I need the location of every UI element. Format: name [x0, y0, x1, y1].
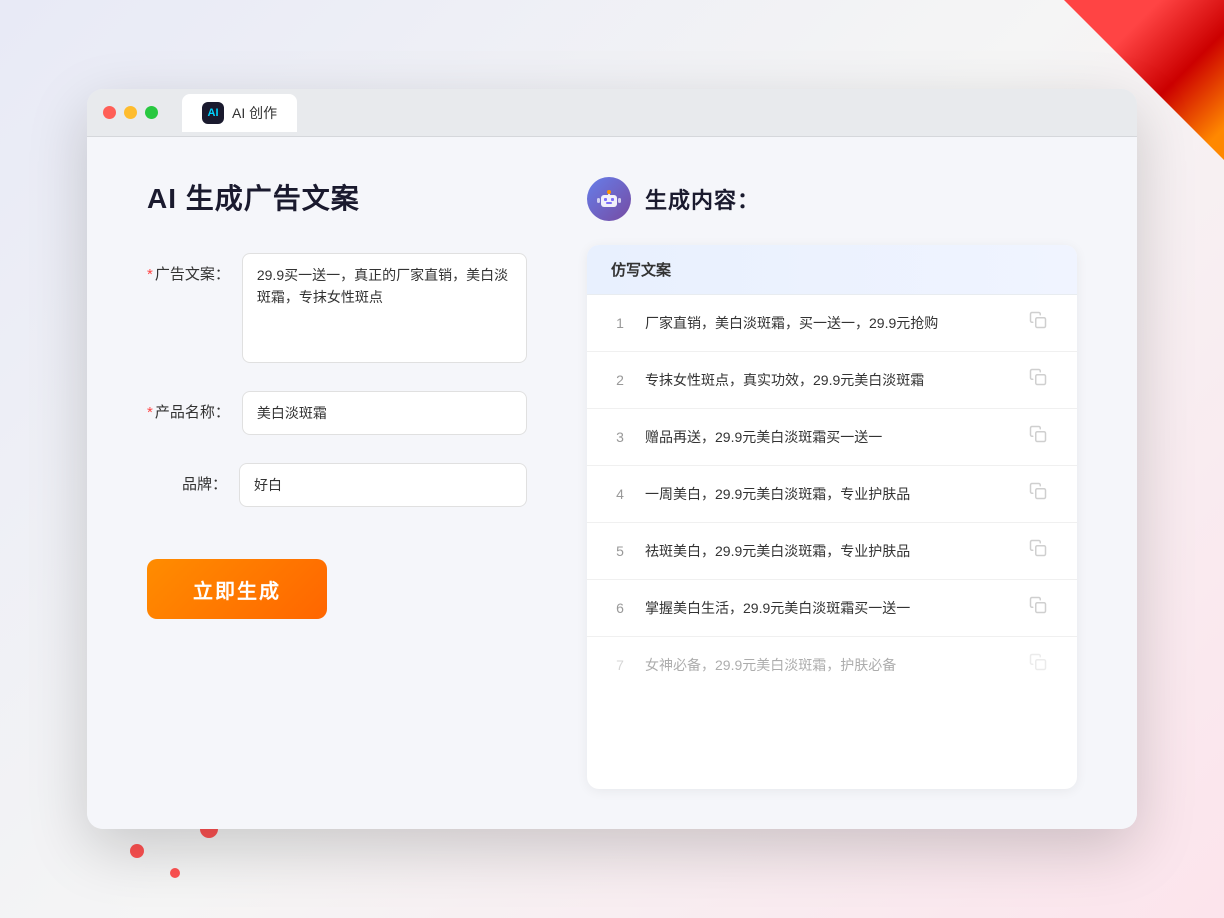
- brand-label: 品牌：: [147, 463, 227, 494]
- left-panel: AI 生成广告文案 *广告文案： *产品名称： 品牌： 立即生成: [147, 177, 527, 789]
- product-name-input[interactable]: [242, 391, 527, 435]
- result-text: 一周美白，29.9元美白淡斑霜，专业护肤品: [645, 484, 1013, 505]
- generate-button[interactable]: 立即生成: [147, 559, 327, 619]
- result-number: 4: [611, 486, 629, 502]
- product-name-required: *: [147, 404, 153, 421]
- copy-button[interactable]: [1029, 368, 1053, 392]
- browser-titlebar: AI AI 创作: [87, 89, 1137, 137]
- result-number: 2: [611, 372, 629, 388]
- results-container: 仿写文案 1 厂家直销，美白淡斑霜，买一送一，29.9元抢购 2 专抹女性斑点，真实…: [587, 245, 1077, 789]
- result-text: 女神必备，29.9元美白淡斑霜，护肤必备: [645, 655, 1013, 676]
- ai-icon-text: AI: [208, 107, 219, 119]
- result-text: 祛斑美白，29.9元美白淡斑霜，专业护肤品: [645, 541, 1013, 562]
- output-title: 生成内容：: [645, 183, 760, 215]
- ad-copy-label-text: 广告文案：: [155, 266, 230, 283]
- results-list: 1 厂家直销，美白淡斑霜，买一送一，29.9元抢购 2 专抹女性斑点，真实功效，29…: [587, 295, 1077, 693]
- dot-decoration-2: [170, 868, 180, 878]
- copy-button[interactable]: [1029, 653, 1053, 677]
- copy-button[interactable]: [1029, 311, 1053, 335]
- close-button[interactable]: [103, 106, 116, 119]
- result-item: 3 赠品再送，29.9元美白淡斑霜买一送一: [587, 409, 1077, 466]
- ai-tab-icon: AI: [202, 102, 224, 124]
- right-panel: 生成内容： 仿写文案 1 厂家直销，美白淡斑霜，买一送一，29.9元抢购 2 专抹女…: [587, 177, 1077, 789]
- output-header: 生成内容：: [587, 177, 1077, 221]
- brand-group: 品牌：: [147, 463, 527, 507]
- ad-copy-input[interactable]: [242, 253, 527, 363]
- result-item: 2 专抹女性斑点，真实功效，29.9元美白淡斑霜: [587, 352, 1077, 409]
- product-name-group: *产品名称：: [147, 391, 527, 435]
- result-item: 4 一周美白，29.9元美白淡斑霜，专业护肤品: [587, 466, 1077, 523]
- result-number: 5: [611, 543, 629, 559]
- result-item: 7 女神必备，29.9元美白淡斑霜，护肤必备: [587, 637, 1077, 693]
- browser-content: AI 生成广告文案 *广告文案： *产品名称： 品牌： 立即生成: [87, 137, 1137, 829]
- ad-copy-required: *: [147, 266, 153, 283]
- window-buttons: [103, 106, 158, 119]
- result-text: 掌握美白生活，29.9元美白淡斑霜买一送一: [645, 598, 1013, 619]
- result-item: 1 厂家直销，美白淡斑霜，买一送一，29.9元抢购: [587, 295, 1077, 352]
- robot-icon: [587, 177, 631, 221]
- ad-copy-group: *广告文案：: [147, 253, 527, 363]
- copy-button[interactable]: [1029, 482, 1053, 506]
- dot-decoration-1: [130, 844, 144, 858]
- result-text: 赠品再送，29.9元美白淡斑霜买一送一: [645, 427, 1013, 448]
- results-header: 仿写文案: [587, 245, 1077, 295]
- copy-button[interactable]: [1029, 425, 1053, 449]
- result-text: 厂家直销，美白淡斑霜，买一送一，29.9元抢购: [645, 313, 1013, 334]
- minimize-button[interactable]: [124, 106, 137, 119]
- result-number: 3: [611, 429, 629, 445]
- result-item: 6 掌握美白生活，29.9元美白淡斑霜买一送一: [587, 580, 1077, 637]
- result-item: 5 祛斑美白，29.9元美白淡斑霜，专业护肤品: [587, 523, 1077, 580]
- maximize-button[interactable]: [145, 106, 158, 119]
- ai-tab[interactable]: AI AI 创作: [182, 94, 297, 132]
- copy-button[interactable]: [1029, 596, 1053, 620]
- robot-svg: [595, 185, 623, 213]
- result-text: 专抹女性斑点，真实功效，29.9元美白淡斑霜: [645, 370, 1013, 391]
- result-number: 6: [611, 600, 629, 616]
- product-name-label-text: 产品名称：: [155, 404, 230, 421]
- product-name-label: *产品名称：: [147, 391, 230, 422]
- result-number: 1: [611, 315, 629, 331]
- ad-copy-label: *广告文案：: [147, 253, 230, 284]
- result-number: 7: [611, 657, 629, 673]
- brand-input[interactable]: [239, 463, 527, 507]
- tab-bar: AI AI 创作: [182, 94, 297, 132]
- browser-window: AI AI 创作 AI 生成广告文案 *广告文案： *产品名称：: [87, 89, 1137, 829]
- copy-button[interactable]: [1029, 539, 1053, 563]
- ai-tab-label: AI 创作: [232, 103, 277, 123]
- page-title: AI 生成广告文案: [147, 177, 527, 217]
